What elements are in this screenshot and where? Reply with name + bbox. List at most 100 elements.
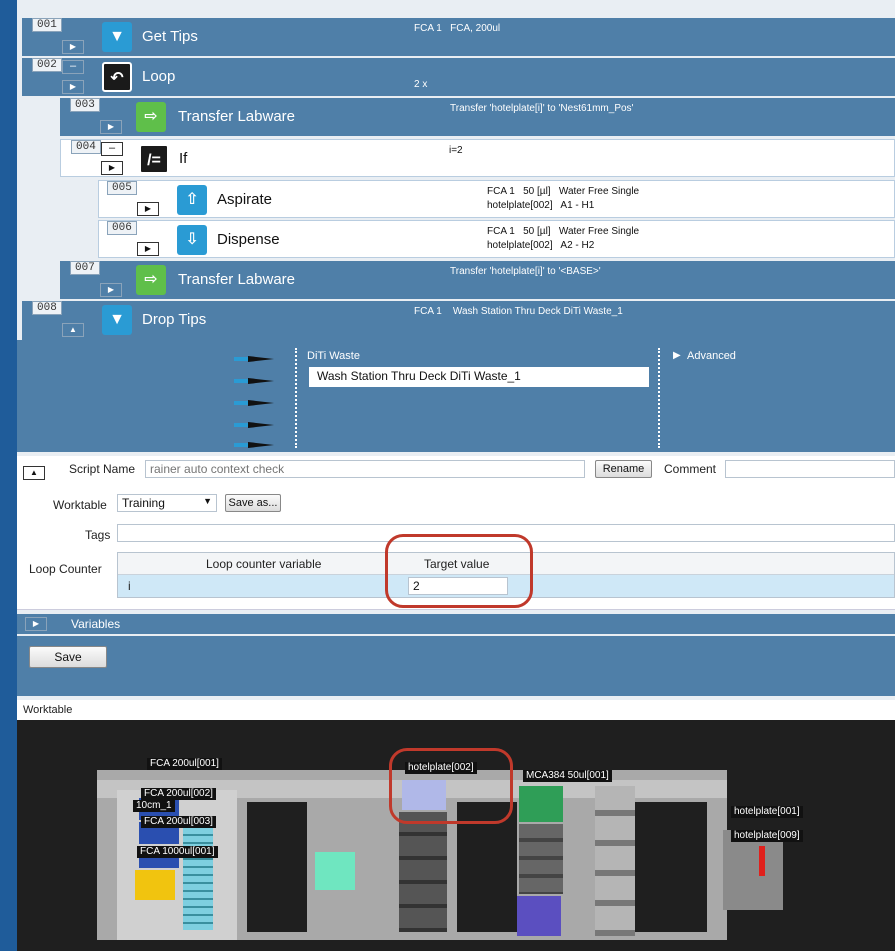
aspirate-icon: ⇧ <box>177 185 207 215</box>
teal-labware <box>315 852 355 890</box>
script-name-label: Script Name <box>69 462 136 476</box>
worktable-3d-view[interactable]: FCA 200ul[001] FCA 200ul[002] 10cm_1 FCA… <box>17 720 895 951</box>
comment-label: Comment <box>664 462 717 476</box>
save-button[interactable]: Save <box>29 646 107 668</box>
expand-toggle[interactable]: ▶ <box>137 242 159 256</box>
tip-icon <box>234 376 274 386</box>
script-properties: ▲ Script Name Rename Comment Worktable T… <box>17 456 895 610</box>
column-header-variable[interactable]: Loop counter variable <box>206 557 321 571</box>
get-tips-icon: ▼ <box>102 22 132 52</box>
diti-waste-label: DiTi Waste <box>307 350 360 362</box>
label-hotelplate-001: hotelplate[001] <box>731 806 803 818</box>
step-aspirate[interactable]: 005 ▶ ⇧ Aspirate FCA 1 50 [µl] Water Fre… <box>98 180 895 218</box>
step-if[interactable]: 004 – ▶ /= If i=2 <box>60 139 895 177</box>
label-fca200-001: FCA 200ul[001] <box>147 758 222 770</box>
tip-icon <box>234 398 274 408</box>
variables-section[interactable]: ▶ Variables <box>17 614 895 634</box>
step-title: If <box>179 150 188 167</box>
step-title: Transfer Labware <box>178 108 295 125</box>
collapse-toggle[interactable]: – <box>62 60 84 74</box>
step-detail: 2 x <box>414 79 428 90</box>
highlight-ring <box>389 748 513 824</box>
chevron-down-icon: ▼ <box>203 496 212 506</box>
splitter[interactable] <box>295 348 297 448</box>
step-detail: Transfer 'hotelplate[i]' to 'Nest61mm_Po… <box>450 103 634 114</box>
mca-head <box>519 786 563 822</box>
collapse-toggle[interactable]: – <box>101 142 123 156</box>
comment-input[interactable] <box>725 460 895 478</box>
if-icon: /= <box>139 144 169 174</box>
worktable-select[interactable]: Training ▼ <box>117 494 217 512</box>
tip-icon <box>234 440 274 450</box>
step-detail: Transfer 'hotelplate[i]' to '<BASE>' <box>450 266 601 277</box>
expand-arrow-icon[interactable]: ▶ <box>673 350 681 361</box>
step-detail: i=2 <box>449 145 463 156</box>
step-title: Get Tips <box>142 28 198 45</box>
transfer-labware-icon: ⇨ <box>136 265 166 295</box>
tip-icon <box>234 354 274 364</box>
label-small: 10cm_1 <box>133 800 175 812</box>
tags-label: Tags <box>85 528 111 542</box>
step-get-tips[interactable]: 001 ▶ ▼ Get Tips FCA 1 FCA, 200ul <box>22 18 895 56</box>
splitter[interactable] <box>658 348 660 448</box>
expand-toggle[interactable]: ▶ <box>100 283 122 297</box>
expand-toggle[interactable]: ▶ <box>100 120 122 134</box>
step-title: Drop Tips <box>142 311 207 328</box>
step-title: Aspirate <box>217 191 273 208</box>
expand-toggle[interactable]: ▶ <box>25 617 47 631</box>
step-detail: FCA 1 Wash Station Thru Deck DiTi Waste_… <box>414 306 623 317</box>
step-loop[interactable]: 002 – ▶ ↶ Loop 2 x <box>22 58 895 96</box>
label-fca200-002: FCA 200ul[002] <box>141 788 216 800</box>
step-title: Transfer Labware <box>178 271 295 288</box>
advanced-link[interactable]: Advanced <box>687 350 736 362</box>
dispense-icon: ⇩ <box>177 225 207 255</box>
step-title: Dispense <box>217 231 280 248</box>
worktable-header: Worktable <box>17 700 895 720</box>
purple-labware <box>517 896 561 936</box>
cell-variable: i <box>128 579 131 593</box>
collapse-toggle[interactable]: ▲ <box>23 466 45 480</box>
step-number: 001 <box>32 18 62 32</box>
cyan-racks <box>183 820 213 930</box>
transfer-labware-icon: ⇨ <box>136 102 166 132</box>
mca-column <box>519 824 563 894</box>
loop-icon: ↶ <box>102 62 132 92</box>
worktable-label: Worktable <box>53 498 107 512</box>
save-as-button[interactable]: Save as... <box>225 494 281 512</box>
step-transfer-labware[interactable]: 003 ▶ ⇨ Transfer Labware Transfer 'hotel… <box>60 98 895 136</box>
step-detail: FCA 1 FCA, 200ul <box>414 23 501 34</box>
highlight-ring <box>385 534 533 608</box>
step-number: 006 <box>107 221 137 235</box>
label-fca200-003: FCA 200ul[003] <box>141 816 216 828</box>
step-number: 002 <box>32 58 62 72</box>
label-mca384: MCA384 50ul[001] <box>523 770 612 782</box>
step-transfer-labware[interactable]: 007 ▶ ⇨ Transfer Labware Transfer 'hotel… <box>60 261 895 299</box>
label-fca1000-001: FCA 1000ul[001] <box>137 846 218 858</box>
deck-opening <box>247 802 307 932</box>
tip-icon <box>234 420 274 430</box>
expand-toggle[interactable]: ▶ <box>101 161 123 175</box>
drop-tips-settings: DiTi Waste Wash Station Thru Deck DiTi W… <box>17 340 895 452</box>
collapse-toggle[interactable]: ▲ <box>62 323 84 337</box>
script-name-input[interactable] <box>145 460 585 478</box>
hotel-tower <box>723 830 783 910</box>
expand-toggle[interactable]: ▶ <box>62 40 84 54</box>
step-drop-tips[interactable]: 008 ▲ ▼ Drop Tips FCA 1 Wash Station Thr… <box>22 301 895 340</box>
step-detail: FCA 1 50 [µl] Water Free Single hotelpla… <box>487 226 640 251</box>
diti-waste-field[interactable]: Wash Station Thru Deck DiTi Waste_1 <box>309 367 649 387</box>
red-marker <box>759 846 765 876</box>
worktable-title: Worktable <box>23 704 73 716</box>
loop-counter-label: Loop Counter <box>29 562 102 576</box>
ladder-carrier <box>595 786 635 936</box>
worktable-value: Training <box>122 496 165 510</box>
label-hotelplate-009: hotelplate[009] <box>731 830 803 842</box>
expand-toggle[interactable]: ▶ <box>62 80 84 94</box>
step-number: 008 <box>32 301 62 315</box>
step-number: 005 <box>107 181 137 195</box>
rename-button[interactable]: Rename <box>595 460 652 478</box>
step-title: Loop <box>142 68 176 85</box>
drop-tips-icon: ▼ <box>102 305 132 335</box>
step-number: 003 <box>70 98 100 112</box>
step-dispense[interactable]: 006 ▶ ⇩ Dispense FCA 1 50 [µl] Water Fre… <box>98 220 895 258</box>
expand-toggle[interactable]: ▶ <box>137 202 159 216</box>
